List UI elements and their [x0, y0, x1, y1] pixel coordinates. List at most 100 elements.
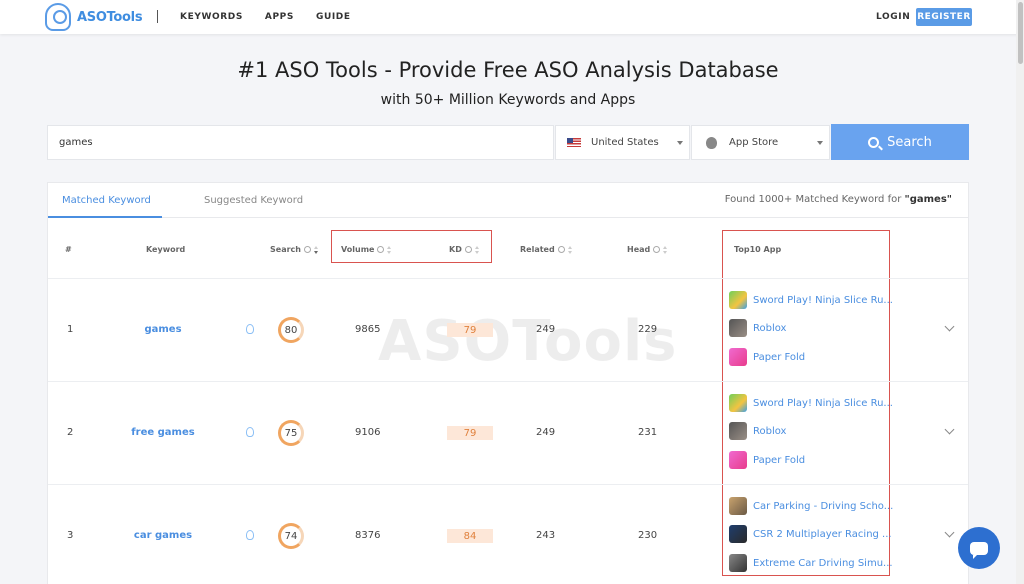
table-row[interactable]: 2 free games 75 9106 79 249 231 Sword Pl…	[48, 382, 968, 485]
nav-divider	[157, 10, 158, 23]
table-row[interactable]: 3 car games 74 8376 84 243 230 Car Parki…	[48, 485, 968, 584]
kd-badge: 79	[447, 323, 493, 337]
col-head[interactable]: Head	[627, 245, 668, 254]
col-keyword: Keyword	[146, 245, 186, 254]
related-value: 249	[536, 427, 556, 438]
app-icon	[729, 422, 747, 440]
top-app-item[interactable]: Roblox	[729, 319, 786, 337]
tab-matched-keyword[interactable]: Matched Keyword	[62, 195, 151, 206]
found-count: 1000+	[758, 194, 793, 205]
head-value: 230	[638, 530, 658, 541]
search-score-ring: 74	[278, 523, 304, 549]
lightbulb-icon[interactable]	[246, 530, 254, 540]
row-num: 1	[67, 324, 74, 335]
nav-link-guide[interactable]: GUIDE	[316, 12, 351, 22]
caret-down-icon	[817, 141, 823, 145]
top-app-item[interactable]: Extreme Car Driving Simu...	[729, 554, 893, 572]
country-value: United States	[591, 137, 659, 148]
keyword-link[interactable]: games	[103, 324, 223, 335]
chat-bubble-icon	[970, 541, 988, 559]
logo-text: ASOTools	[77, 9, 143, 25]
head-value: 229	[638, 324, 658, 335]
app-name: Extreme Car Driving Simu...	[753, 557, 893, 569]
lightbulb-icon[interactable]	[246, 324, 254, 334]
sort-icon[interactable]	[313, 245, 318, 254]
app-name: CSR 2 Multiplayer Racing ...	[753, 528, 892, 540]
col-num: #	[65, 245, 72, 254]
sort-icon[interactable]	[567, 245, 572, 254]
app-icon	[729, 497, 747, 515]
volume-value: 9865	[355, 324, 381, 335]
logo-icon	[45, 3, 71, 31]
nav-link-apps[interactable]: APPS	[265, 12, 294, 22]
app-name: Sword Play! Ninja Slice Ru...	[753, 397, 893, 409]
app-icon	[729, 291, 747, 309]
scrollbar-thumb[interactable]	[1018, 2, 1023, 64]
app-icon	[729, 451, 747, 469]
info-icon	[303, 246, 311, 253]
col-head-label: Head	[627, 245, 651, 254]
app-name: Car Parking - Driving Scho...	[753, 500, 894, 512]
tab-suggested-keyword[interactable]: Suggested Keyword	[204, 195, 303, 206]
app-name: Paper Fold	[753, 351, 806, 363]
hero-subtitle: with 50+ Million Keywords and Apps	[380, 92, 636, 108]
apple-icon	[706, 136, 717, 149]
kd-badge: 84	[447, 529, 493, 543]
results-count: Found 1000+ Matched Keyword for "games"	[725, 194, 952, 205]
row-num: 2	[67, 427, 74, 438]
highlight-volume-kd	[331, 230, 492, 263]
volume-value: 8376	[355, 530, 381, 541]
row-num: 3	[67, 530, 74, 541]
top-app-item[interactable]: Paper Fold	[729, 348, 805, 366]
top-app-item[interactable]: Sword Play! Ninja Slice Ru...	[729, 394, 893, 412]
table-row[interactable]: 1 games 80 9865 79 249 229 Sword Play! N…	[48, 279, 968, 382]
logo[interactable]: ASOTools	[45, 3, 143, 31]
register-button[interactable]: REGISTER	[916, 8, 972, 26]
nav-link-keywords[interactable]: KEYWORDS	[180, 12, 243, 22]
volume-value: 9106	[355, 427, 381, 438]
app-name: Roblox	[753, 425, 787, 437]
page-scrollbar[interactable]	[1016, 0, 1024, 584]
top-app-item[interactable]: Roblox	[729, 422, 786, 440]
app-icon	[729, 525, 747, 543]
related-value: 249	[536, 324, 556, 335]
caret-down-icon	[677, 141, 683, 145]
search-score-ring: 80	[278, 317, 304, 343]
chat-button[interactable]	[958, 527, 1000, 569]
found-middle: Matched Keyword for	[795, 194, 902, 205]
expand-chevron-icon[interactable]	[944, 321, 955, 332]
search-score-ring: 75	[278, 420, 304, 446]
app-name: Paper Fold	[753, 454, 806, 466]
top-app-item[interactable]: Car Parking - Driving Scho...	[729, 497, 893, 515]
store-select[interactable]: App Store	[691, 125, 830, 160]
search-input[interactable]: games	[47, 125, 554, 160]
col-related[interactable]: Related	[520, 245, 572, 254]
col-search[interactable]: Search	[270, 245, 318, 254]
found-prefix: Found	[724, 194, 756, 205]
app-name: Sword Play! Ninja Slice Ru...	[753, 294, 893, 306]
app-icon	[729, 554, 747, 572]
keyword-link[interactable]: free games	[103, 427, 223, 438]
country-select[interactable]: United States	[555, 125, 690, 160]
search-button[interactable]: Search	[831, 124, 969, 160]
related-value: 243	[536, 530, 556, 541]
expand-chevron-icon[interactable]	[944, 527, 955, 538]
lightbulb-icon[interactable]	[246, 427, 254, 437]
app-name: Roblox	[753, 322, 787, 334]
keyword-link[interactable]: car games	[103, 530, 223, 541]
top-app-item[interactable]: Paper Fold	[729, 451, 805, 469]
login-link[interactable]: LOGIN	[876, 12, 910, 22]
app-icon	[729, 394, 747, 412]
info-icon	[557, 246, 565, 253]
app-icon	[729, 348, 747, 366]
top-app-item[interactable]: Sword Play! Ninja Slice Ru...	[729, 291, 893, 309]
col-search-label: Search	[270, 245, 301, 254]
top-app-item[interactable]: CSR 2 Multiplayer Racing ...	[729, 525, 892, 543]
info-icon	[653, 246, 661, 253]
hero-title: #1 ASO Tools - Provide Free ASO Analysis…	[237, 58, 779, 82]
search-icon	[868, 136, 880, 148]
search-button-label: Search	[887, 134, 932, 150]
sort-icon[interactable]	[663, 245, 668, 254]
expand-chevron-icon[interactable]	[944, 424, 955, 435]
kd-badge: 79	[447, 426, 493, 440]
